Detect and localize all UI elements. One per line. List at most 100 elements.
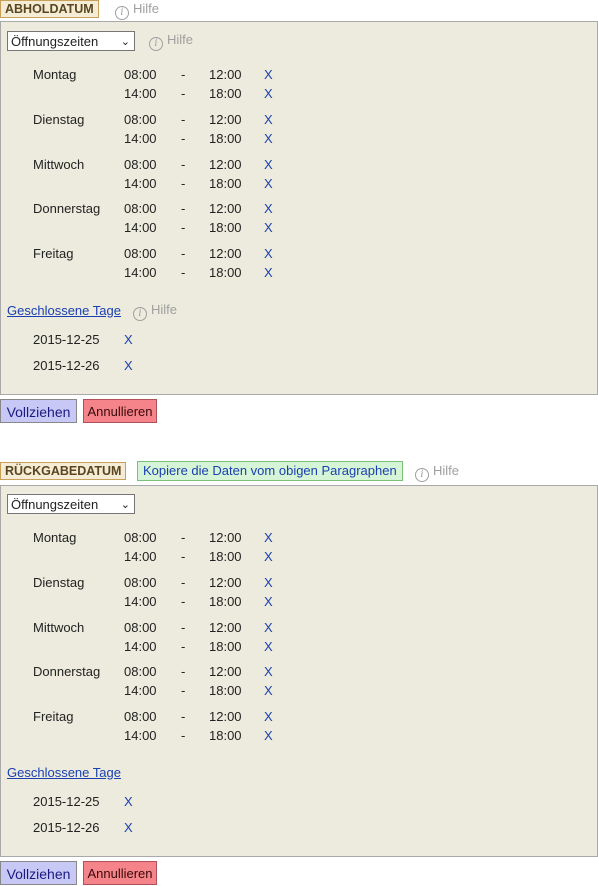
slot-end-time: 18:00 [209, 683, 242, 699]
return-hours-select-value: Öffnungszeiten [11, 497, 99, 512]
slot-remove-button[interactable]: X [264, 683, 273, 699]
slot-remove-button[interactable]: X [264, 549, 273, 565]
closed-day-remove-button[interactable]: X [124, 332, 133, 348]
slot-remove-button[interactable]: X [264, 246, 273, 262]
return-hours-select[interactable]: Öffnungszeiten ⌄ [7, 494, 135, 514]
slot-remove-button[interactable]: X [264, 620, 273, 636]
pickup-select-help-label: Hilfe [167, 32, 194, 47]
slot-remove-button[interactable]: X [264, 112, 273, 128]
slot-separator: - [181, 549, 186, 564]
weekday-label: Dienstag [33, 111, 85, 127]
slot-remove-button[interactable]: X [264, 728, 273, 744]
slot-end-time: 12:00 [209, 530, 242, 545]
pickup-closed-help-label: Hilfe [151, 302, 178, 317]
slot-remove-button[interactable]: X [264, 67, 273, 83]
pickup-help-label: Hilfe [133, 1, 160, 16]
slot-end-time: 12:00 [209, 574, 242, 590]
pickup-help[interactable]: i Hilfe [115, 0, 160, 20]
slot-remove-button[interactable]: X [264, 530, 273, 546]
slot-separator: - [181, 246, 186, 262]
info-icon: i [149, 37, 163, 51]
slot-remove-button[interactable]: X [264, 594, 273, 610]
weekday-label: Montag [33, 67, 77, 82]
return-cancel-button[interactable]: Annullieren [83, 861, 157, 885]
slot-start-time: 14:00 [124, 86, 157, 101]
weekday-label: Mittwoch [33, 156, 85, 172]
chevron-down-icon: ⌄ [120, 499, 130, 511]
return-panel: Öffnungszeiten ⌄ Montag 08:00 - 12:00 X 14:00… [0, 485, 598, 857]
slot-start-time: 08:00 [124, 664, 157, 680]
pickup-closed-days-link[interactable]: Geschlossene Tage [7, 303, 121, 318]
slot-remove-button[interactable]: X [264, 201, 273, 217]
info-icon: i [133, 307, 147, 321]
slot-start-time: 14:00 [124, 130, 157, 146]
pickup-hours-select[interactable]: Öffnungszeiten ⌄ [7, 31, 135, 51]
return-help[interactable]: i Hilfe [415, 462, 460, 482]
slot-separator: - [181, 593, 186, 609]
copy-from-above-button[interactable]: Kopiere die Daten vom obigen Paragraphen [137, 461, 403, 481]
closed-day-remove-button[interactable]: X [124, 358, 133, 374]
pickup-closed-help[interactable]: i Hilfe [133, 301, 178, 321]
slot-separator: - [181, 67, 186, 82]
slot-start-time: 08:00 [124, 156, 157, 172]
slot-start-time: 14:00 [124, 220, 157, 236]
pickup-panel: Öffnungszeiten ⌄ i Hilfe Montag 08:00 - 12:0… [0, 21, 598, 395]
weekday-label: Donnerstag [33, 664, 101, 680]
slot-remove-button[interactable]: X [264, 639, 273, 655]
slot-separator: - [181, 574, 186, 590]
slot-start-time: 08:00 [124, 619, 157, 635]
slot-end-time: 18:00 [209, 175, 242, 191]
weekday-label: Freitag [33, 709, 74, 725]
slot-end-time: 18:00 [209, 549, 242, 564]
slot-end-time: 18:00 [209, 593, 242, 609]
weekday-label: Freitag [33, 246, 74, 262]
pickup-hours-select-value: Öffnungszeiten [11, 34, 99, 49]
slot-start-time: 08:00 [124, 201, 157, 217]
weekday-label: Mittwoch [33, 619, 85, 635]
slot-end-time: 18:00 [209, 130, 242, 146]
slot-remove-button[interactable]: X [264, 176, 273, 192]
slot-start-time: 14:00 [124, 265, 157, 281]
slot-remove-button[interactable]: X [264, 157, 273, 173]
slot-start-time: 08:00 [124, 67, 157, 82]
slot-separator: - [181, 265, 186, 281]
slot-end-time: 18:00 [209, 86, 242, 101]
return-help-label: Hilfe [433, 463, 460, 478]
info-icon: i [115, 6, 129, 20]
slot-end-time: 18:00 [209, 728, 242, 744]
slot-end-time: 12:00 [209, 619, 242, 635]
slot-end-time: 18:00 [209, 220, 242, 236]
slot-remove-button[interactable]: X [264, 664, 273, 680]
slot-remove-button[interactable]: X [264, 220, 273, 236]
weekday-label: Montag [33, 530, 77, 545]
slot-start-time: 08:00 [124, 111, 157, 127]
return-submit-button[interactable]: Vollziehen [0, 861, 77, 885]
weekday-label: Dienstag [33, 574, 85, 590]
closed-day-date: 2015-12-26 [33, 358, 100, 373]
slot-end-time: 18:00 [209, 638, 242, 654]
slot-remove-button[interactable]: X [264, 265, 273, 281]
slot-start-time: 14:00 [124, 728, 157, 744]
pickup-select-help[interactable]: i Hilfe [149, 31, 194, 51]
slot-separator: - [181, 156, 186, 172]
slot-start-time: 08:00 [124, 574, 157, 590]
info-icon: i [415, 468, 429, 482]
return-closed-days-link[interactable]: Geschlossene Tage [7, 765, 121, 780]
slot-separator: - [181, 619, 186, 635]
slot-start-time: 14:00 [124, 683, 157, 699]
slot-start-time: 14:00 [124, 638, 157, 654]
closed-day-remove-button[interactable]: X [124, 794, 133, 810]
slot-remove-button[interactable]: X [264, 131, 273, 147]
pickup-submit-button[interactable]: Vollziehen [0, 399, 77, 423]
slot-separator: - [181, 638, 186, 654]
slot-separator: - [181, 728, 186, 744]
slot-remove-button[interactable]: X [264, 86, 273, 102]
slot-remove-button[interactable]: X [264, 575, 273, 591]
slot-start-time: 08:00 [124, 709, 157, 725]
slot-remove-button[interactable]: X [264, 709, 273, 725]
slot-end-time: 12:00 [209, 709, 242, 725]
slot-end-time: 18:00 [209, 265, 242, 281]
pickup-cancel-button[interactable]: Annullieren [83, 399, 157, 423]
closed-day-remove-button[interactable]: X [124, 820, 133, 836]
chevron-down-icon: ⌄ [120, 36, 130, 48]
